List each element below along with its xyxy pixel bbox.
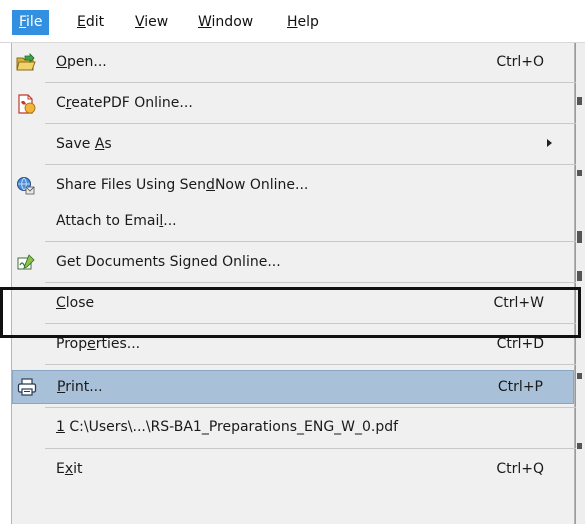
- menu-item-open[interactable]: Open... Ctrl+O: [12, 44, 574, 80]
- menu-item-print[interactable]: Print... Ctrl+P: [12, 370, 574, 404]
- shortcut-label: Ctrl+O: [496, 54, 544, 70]
- print-callout-frame: [0, 287, 581, 338]
- menu-view[interactable]: View: [128, 10, 175, 35]
- menu-item-label: Save As: [56, 136, 112, 152]
- menu-item-share-files[interactable]: Share Files Using SendNow Online...: [12, 167, 574, 203]
- menu-item-label: Open...: [56, 54, 107, 70]
- menu-separator: [45, 448, 576, 449]
- menu-item-label: 1 C:\Users\...\RS-BA1_Preparations_ENG_W…: [56, 419, 399, 435]
- menu-separator: [45, 407, 576, 408]
- menu-item-label: Share Files Using SendNow Online...: [56, 177, 309, 193]
- menu-item-label: Exit: [56, 461, 83, 477]
- menu-item-createpdf-online[interactable]: CreatePDF Online...: [12, 85, 574, 121]
- shortcut-label: Ctrl+Q: [496, 461, 544, 477]
- menu-item-recent-file[interactable]: 1 C:\Users\...\RS-BA1_Preparations_ENG_W…: [12, 409, 574, 445]
- menu-item-get-documents-signed[interactable]: Get Documents Signed Online...: [12, 244, 574, 280]
- menu-separator: [45, 82, 576, 83]
- menu-bar: File Edit View Window Help: [0, 0, 585, 43]
- create-pdf-icon: [16, 94, 36, 114]
- menu-window[interactable]: Window: [191, 10, 260, 35]
- menu-item-attach-to-email[interactable]: Attach to Email...: [12, 203, 574, 239]
- menu-item-exit[interactable]: Exit Ctrl+Q: [12, 451, 574, 487]
- menu-separator: [45, 241, 576, 242]
- menu-item-label: CreatePDF Online...: [56, 95, 193, 111]
- submenu-arrow-icon: [547, 139, 552, 147]
- document-background: [575, 43, 585, 524]
- menu-separator: [45, 123, 576, 124]
- printer-icon: [17, 377, 37, 397]
- menu-edit[interactable]: Edit: [70, 10, 111, 35]
- sign-pen-icon: [16, 253, 36, 273]
- menu-separator: [45, 364, 576, 365]
- menu-help[interactable]: Help: [280, 10, 326, 35]
- menu-separator: [45, 164, 576, 165]
- menu-item-label: Print...: [57, 379, 103, 395]
- menu-item-label: Get Documents Signed Online...: [56, 254, 281, 270]
- menu-file[interactable]: File: [12, 10, 50, 35]
- menu-item-label: Attach to Email...: [56, 213, 177, 229]
- shortcut-label: Ctrl+P: [497, 379, 543, 395]
- menu-separator: [45, 282, 576, 283]
- left-gutter: [0, 43, 11, 524]
- menu-item-save-as[interactable]: Save As: [12, 126, 574, 162]
- share-globe-icon: [16, 176, 36, 196]
- file-menu-dropdown: Open... Ctrl+O CreatePDF Online... Save …: [11, 43, 576, 524]
- open-folder-icon: [16, 53, 36, 73]
